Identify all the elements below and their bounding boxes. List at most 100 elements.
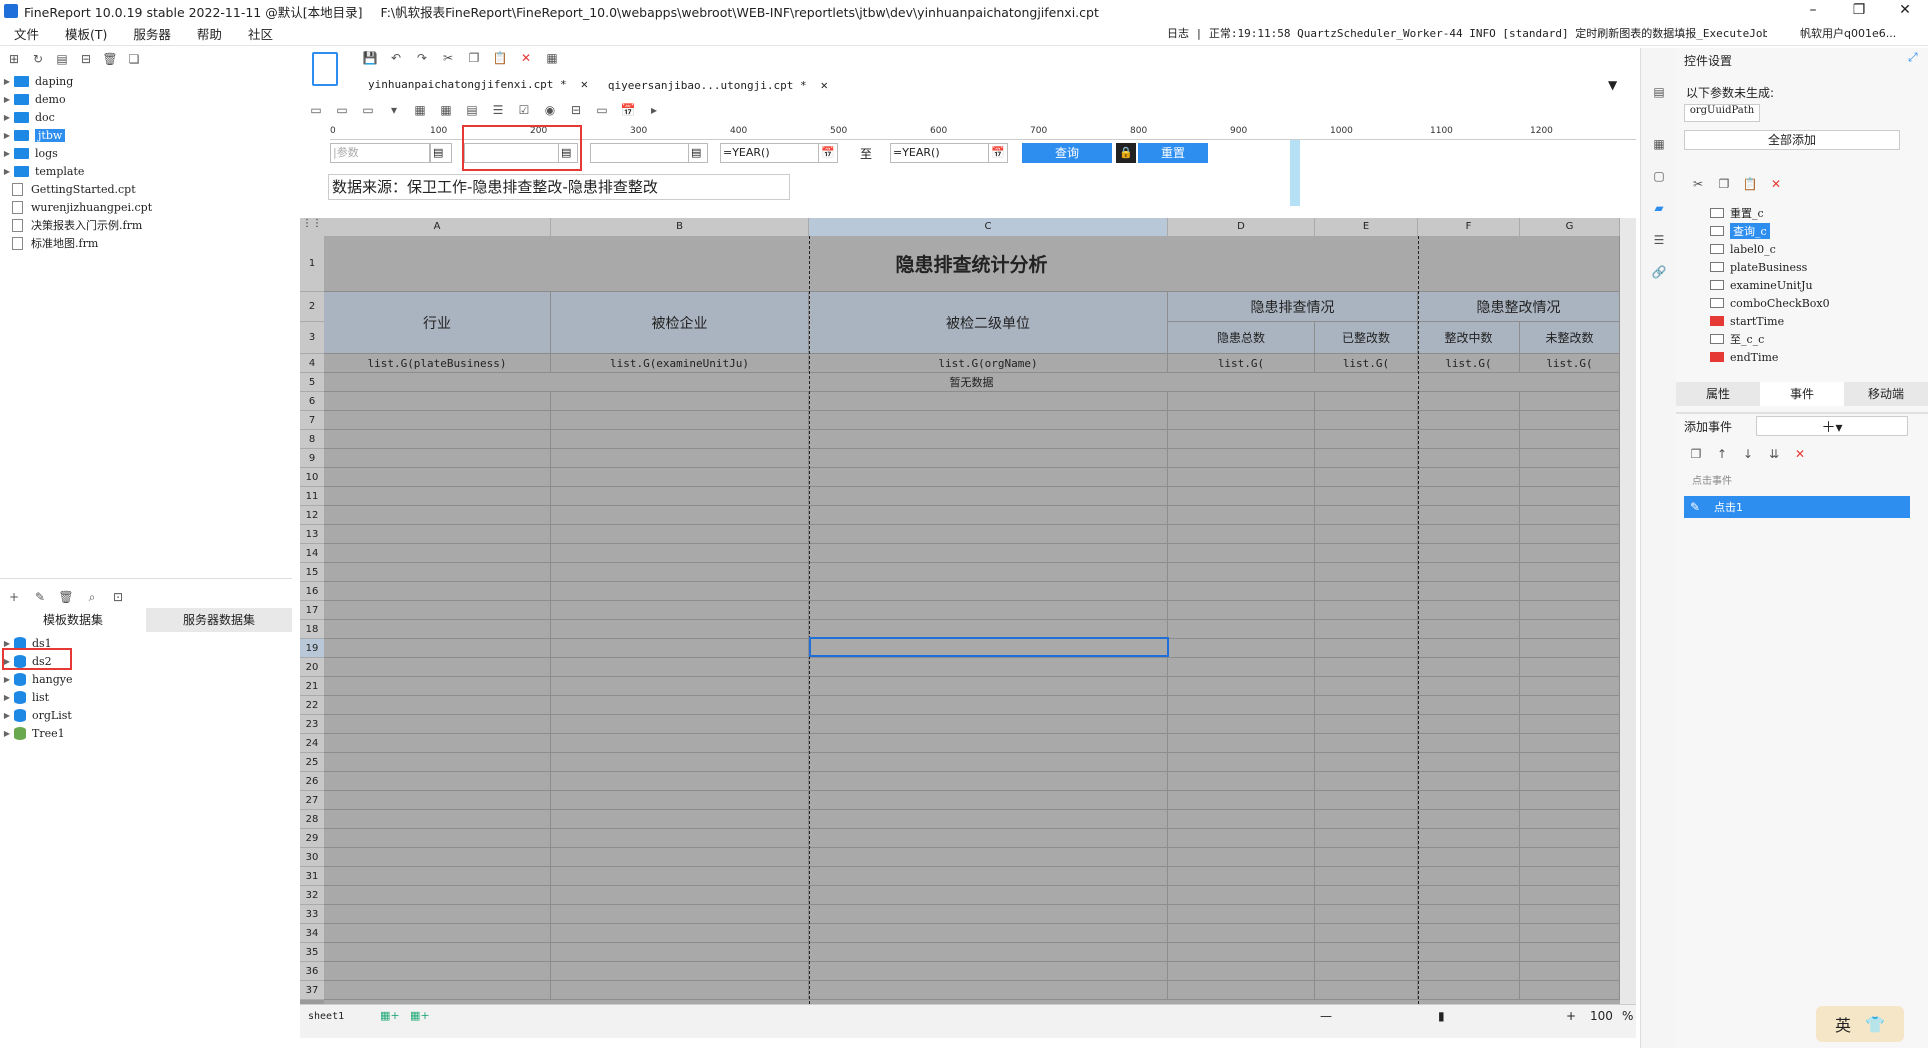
expand-icon[interactable]: ▼: [1608, 78, 1617, 92]
empty-cell[interactable]: [324, 525, 551, 544]
empty-cell[interactable]: [1520, 715, 1620, 734]
row-number[interactable]: 20: [300, 658, 324, 677]
corner-cell[interactable]: ⋮⋮: [300, 218, 324, 236]
empty-cell[interactable]: [324, 981, 551, 1000]
empty-cell[interactable]: [809, 468, 1168, 487]
empty-cell[interactable]: [1315, 563, 1418, 582]
close-icon[interactable]: ✕: [821, 78, 828, 92]
empty-cell[interactable]: [1168, 658, 1315, 677]
empty-cell[interactable]: [324, 962, 551, 981]
empty-cell[interactable]: [1168, 981, 1315, 1000]
param-widget-icon[interactable]: ▤: [688, 143, 708, 163]
empty-cell[interactable]: [551, 829, 809, 848]
empty-cell[interactable]: [1315, 981, 1418, 1000]
empty-cell[interactable]: [1315, 715, 1418, 734]
empty-cell[interactable]: [1520, 924, 1620, 943]
empty-cell[interactable]: [809, 677, 1168, 696]
empty-cell[interactable]: [551, 658, 809, 677]
empty-cell[interactable]: [324, 810, 551, 829]
row-number[interactable]: 32: [300, 886, 324, 905]
empty-cell[interactable]: [1168, 924, 1315, 943]
empty-cell[interactable]: [1418, 506, 1520, 525]
user-account[interactable]: 帆软用户q001e6...: [1800, 24, 1928, 44]
chart-attr-icon[interactable]: ☰: [1651, 232, 1667, 248]
empty-cell[interactable]: [809, 601, 1168, 620]
empty-cell[interactable]: [1168, 620, 1315, 639]
empty-cell[interactable]: [1418, 791, 1520, 810]
empty-cell[interactable]: [324, 544, 551, 563]
label-widget-icon[interactable]: ▭: [308, 102, 324, 118]
menu-template[interactable]: 模板(T): [65, 24, 119, 43]
row-number[interactable]: 14: [300, 544, 324, 563]
tab-events[interactable]: 事件: [1760, 382, 1844, 406]
empty-cell[interactable]: [1168, 411, 1315, 430]
cell-attr-icon[interactable]: ▤: [1651, 84, 1667, 100]
tree-item-selected[interactable]: ▶ jtbw: [0, 126, 292, 144]
col-d[interactable]: D: [1168, 218, 1315, 236]
empty-cell[interactable]: [809, 658, 1168, 677]
empty-cell[interactable]: [1520, 696, 1620, 715]
reset-button[interactable]: 重置: [1138, 143, 1208, 163]
empty-cell[interactable]: [1315, 886, 1418, 905]
empty-cell[interactable]: [809, 506, 1168, 525]
empty-cell[interactable]: [551, 753, 809, 772]
empty-cell[interactable]: [1418, 962, 1520, 981]
empty-cell[interactable]: [324, 411, 551, 430]
cut-icon[interactable]: ✂: [440, 50, 456, 66]
move-down-icon[interactable]: ↓: [1740, 446, 1756, 462]
row-number[interactable]: 26: [300, 772, 324, 791]
header-rectify[interactable]: 隐患整改情况: [1418, 292, 1620, 322]
dataset-item[interactable]: ▶ orgList: [0, 706, 292, 724]
empty-cell[interactable]: [1168, 563, 1315, 582]
list-widget-icon[interactable]: ☰: [490, 102, 506, 118]
empty-cell[interactable]: [551, 886, 809, 905]
empty-cell[interactable]: [809, 563, 1168, 582]
empty-cell[interactable]: [551, 468, 809, 487]
empty-cell[interactable]: [1315, 392, 1418, 411]
empty-cell[interactable]: [551, 506, 809, 525]
empty-cell[interactable]: [1168, 962, 1315, 981]
row-number[interactable]: 5: [300, 373, 324, 392]
row-number[interactable]: 11: [300, 487, 324, 506]
empty-cell[interactable]: [324, 867, 551, 886]
empty-cell[interactable]: [1168, 639, 1315, 658]
formula-b4[interactable]: list.G(examineUnitJu): [551, 354, 809, 373]
empty-cell[interactable]: [551, 924, 809, 943]
empty-cell[interactable]: [1418, 905, 1520, 924]
empty-cell[interactable]: [1315, 430, 1418, 449]
empty-cell[interactable]: [1418, 544, 1520, 563]
copy-icon[interactable]: ❐: [466, 50, 482, 66]
paste-icon[interactable]: 📋: [492, 50, 508, 66]
dataset-item[interactable]: ▶ list: [0, 688, 292, 706]
row-number[interactable]: 16: [300, 582, 324, 601]
empty-cell[interactable]: [1168, 848, 1315, 867]
cut-icon[interactable]: ✂: [1690, 176, 1706, 192]
empty-cell[interactable]: [809, 525, 1168, 544]
lock-icon[interactable]: ⊟: [78, 51, 94, 67]
empty-cell[interactable]: [1418, 392, 1520, 411]
empty-cell[interactable]: [1168, 449, 1315, 468]
preview-icon[interactable]: ⌕: [84, 589, 100, 605]
empty-cell[interactable]: [551, 867, 809, 886]
tab-template-dataset[interactable]: 模板数据集: [0, 608, 146, 632]
restore-icon[interactable]: ❐: [1836, 0, 1882, 22]
row-number[interactable]: 15: [300, 563, 324, 582]
tree-item[interactable]: GettingStarted.cpt: [0, 180, 292, 198]
empty-cell[interactable]: [809, 715, 1168, 734]
empty-cell[interactable]: [809, 810, 1168, 829]
row-number[interactable]: 36: [300, 962, 324, 981]
condition-icon[interactable]: ▢: [1651, 168, 1667, 184]
col-c[interactable]: C: [809, 218, 1168, 236]
panel-divider[interactable]: [0, 578, 292, 586]
empty-cell[interactable]: [1520, 506, 1620, 525]
tree-item[interactable]: ▶ logs: [0, 144, 292, 162]
header-industry[interactable]: 行业: [324, 292, 551, 354]
empty-cell[interactable]: [1168, 506, 1315, 525]
query-button[interactable]: 查询: [1022, 143, 1112, 163]
empty-cell[interactable]: [324, 734, 551, 753]
add-dataset-icon[interactable]: +: [6, 589, 22, 605]
empty-cell[interactable]: [551, 981, 809, 1000]
empty-cell[interactable]: [1168, 487, 1315, 506]
empty-cell[interactable]: [324, 943, 551, 962]
textarea-widget-icon[interactable]: ▭: [594, 102, 610, 118]
